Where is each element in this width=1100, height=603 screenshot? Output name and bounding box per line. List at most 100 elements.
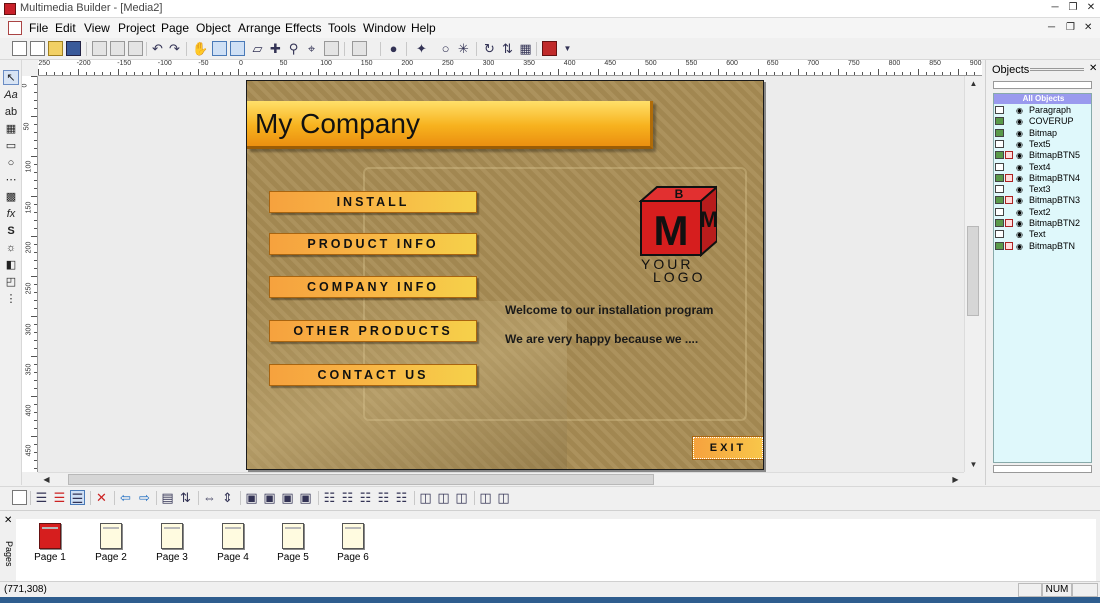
objects-panel-close-icon[interactable]: ✕ — [1089, 63, 1097, 74]
visibility-eye-icon[interactable]: ◉ — [1016, 116, 1023, 127]
menu-file[interactable]: File — [29, 21, 48, 35]
paragraph-tool-icon[interactable]: ab — [3, 105, 19, 120]
scroll-up-icon[interactable]: ▲ — [966, 77, 981, 90]
layers-red-icon[interactable]: ☰ — [52, 490, 67, 505]
page-settings-icon[interactable]: ▤ — [160, 490, 175, 505]
menu-object[interactable]: Object — [196, 21, 231, 35]
document-menu-icon[interactable] — [8, 21, 22, 35]
wand-icon[interactable]: ✦ — [414, 41, 429, 56]
object-row[interactable]: ◉ Text — [994, 229, 1091, 240]
page-thumbnail[interactable]: Page 4 — [208, 523, 258, 563]
contact-us-button[interactable]: CONTACT US — [269, 364, 477, 386]
distribute-icon-1[interactable]: ◫ — [418, 490, 433, 505]
exit-button[interactable]: EXIT — [692, 436, 763, 460]
object-row[interactable]: ◉ Text5 — [994, 139, 1091, 150]
object-row[interactable]: ◉ Text3 — [994, 184, 1091, 195]
object-row[interactable]: ◉ Text4 — [994, 162, 1091, 173]
save-disk-icon[interactable] — [66, 41, 81, 56]
speech-bubble-icon[interactable]: ○ — [438, 41, 453, 56]
next-page-arrow-icon[interactable]: ⇨ — [137, 490, 152, 505]
textbox-tool-icon[interactable]: ▦ — [3, 122, 19, 137]
horizontal-scrollbar[interactable]: ◀ ▶ — [38, 472, 964, 486]
object-row[interactable]: ◉ BitmapBTN5 — [994, 150, 1091, 161]
visibility-eye-icon[interactable]: ◉ — [1016, 207, 1023, 218]
welcome-text[interactable]: Welcome to our installation program — [505, 303, 713, 317]
page-thumbnail[interactable]: Page 1 — [25, 523, 75, 563]
zoom-icon[interactable]: ⚲ — [286, 41, 301, 56]
layers-active-icon[interactable]: ☰ — [70, 490, 85, 506]
fx-tool-icon[interactable]: fx — [3, 207, 19, 222]
delete-icon[interactable]: ✕ — [94, 490, 109, 505]
ellipse-tool-icon[interactable]: ○ — [3, 156, 19, 171]
minimize-button[interactable]: ─ — [1048, 2, 1062, 14]
all-objects-header[interactable]: All Objects — [994, 94, 1091, 104]
layers-icon[interactable]: ☰ — [34, 490, 49, 505]
align-icon-2[interactable]: ⇕ — [220, 490, 235, 505]
visibility-eye-icon[interactable]: ◉ — [1016, 162, 1023, 173]
circle-icon[interactable]: ● — [386, 41, 401, 56]
size-icon-2[interactable]: ◫ — [496, 490, 511, 505]
visibility-eye-icon[interactable]: ◉ — [1016, 139, 1023, 150]
visibility-eye-icon[interactable]: ◉ — [1016, 184, 1023, 195]
company-banner[interactable]: My Company — [247, 101, 653, 149]
paste-icon[interactable] — [128, 41, 143, 56]
object-row[interactable]: ◉ Bitmap — [994, 128, 1091, 139]
align-top-icon[interactable]: ☷ — [376, 490, 391, 505]
other-products-button[interactable]: OTHER PRODUCTS — [269, 320, 477, 342]
scroll-down-icon[interactable]: ▼ — [966, 458, 981, 471]
align-right-icon[interactable]: ☷ — [358, 490, 373, 505]
objects-filter-bar[interactable] — [993, 81, 1092, 89]
visibility-eye-icon[interactable]: ◉ — [1016, 218, 1023, 229]
grid-icon[interactable] — [324, 41, 339, 56]
move-icon[interactable]: ✚ — [268, 41, 283, 56]
visibility-eye-icon[interactable]: ◉ — [1016, 241, 1023, 252]
text-tool-icon[interactable]: Aa — [3, 88, 19, 103]
menu-effects[interactable]: Effects — [285, 21, 321, 35]
crop-tool-icon[interactable]: ⋯ — [3, 173, 19, 188]
page-swap-icon[interactable]: ⇅ — [178, 490, 193, 505]
visibility-eye-icon[interactable]: ◉ — [1016, 105, 1023, 116]
crosshair-icon[interactable]: ⌖ — [304, 41, 319, 56]
sparkle-icon[interactable]: ✳ — [456, 41, 471, 56]
align-middle-icon[interactable]: ☷ — [394, 490, 409, 505]
distribute-icon-3[interactable]: ◫ — [454, 490, 469, 505]
size-icon-1[interactable]: ◫ — [478, 490, 493, 505]
mdi-minimize-icon[interactable]: ─ — [1048, 22, 1055, 33]
menu-project[interactable]: Project — [118, 21, 155, 35]
order-icon-4[interactable]: ▣ — [298, 490, 313, 505]
page-thumbnail[interactable]: Page 6 — [328, 523, 378, 563]
menu-edit[interactable]: Edit — [55, 21, 76, 35]
distribute-icon-2[interactable]: ◫ — [436, 490, 451, 505]
cut-icon[interactable] — [92, 41, 107, 56]
select-arrow-icon[interactable]: ↖ — [3, 70, 19, 85]
hotspot-tool-icon[interactable]: ⋮ — [3, 292, 19, 307]
object-row[interactable]: ◉ BitmapBTN4 — [994, 173, 1091, 184]
globe-tool-icon[interactable]: ☼ — [3, 241, 19, 256]
grid-snap-icon[interactable]: ▦ — [518, 41, 533, 56]
order-icon-2[interactable]: ▣ — [262, 490, 277, 505]
panel-grip[interactable] — [1030, 68, 1084, 71]
pages-panel-close-icon[interactable]: ✕ — [4, 515, 12, 526]
undo-icon[interactable]: ↶ — [150, 41, 165, 56]
menu-help[interactable]: Help — [411, 21, 436, 35]
object-row[interactable]: ◉ BitmapBTN2 — [994, 218, 1091, 229]
close-button[interactable]: ✕ — [1084, 2, 1098, 14]
align-center-icon[interactable]: ☷ — [340, 490, 355, 505]
page-thumbnail[interactable]: Page 3 — [147, 523, 197, 563]
link-icon[interactable]: ↻ — [482, 41, 497, 56]
visibility-eye-icon[interactable]: ◉ — [1016, 195, 1023, 206]
company-info-button[interactable]: COMPANY INFO — [269, 276, 477, 298]
object-row[interactable]: ◉ Paragraph — [994, 105, 1091, 116]
vertical-scroll-thumb[interactable] — [967, 226, 979, 316]
mdi-close-icon[interactable]: ✕ — [1084, 22, 1092, 33]
compile-cube-icon[interactable] — [542, 41, 557, 56]
dropdown-arrow-icon[interactable]: ▼ — [560, 41, 575, 56]
page-properties-icon[interactable] — [12, 490, 27, 505]
rectangle-tool-icon[interactable]: ▭ — [3, 139, 19, 154]
list-view-icon[interactable] — [230, 41, 245, 56]
objects-list[interactable]: All Objects ◉ Paragraph ◉ COVERUP ◉ Bitmap ◉ Te… — [993, 93, 1092, 463]
copy-icon[interactable] — [110, 41, 125, 56]
prev-page-arrow-icon[interactable]: ⇦ — [118, 490, 133, 505]
order-icon-1[interactable]: ▣ — [244, 490, 259, 505]
arrange-icon[interactable]: ⇅ — [500, 41, 515, 56]
